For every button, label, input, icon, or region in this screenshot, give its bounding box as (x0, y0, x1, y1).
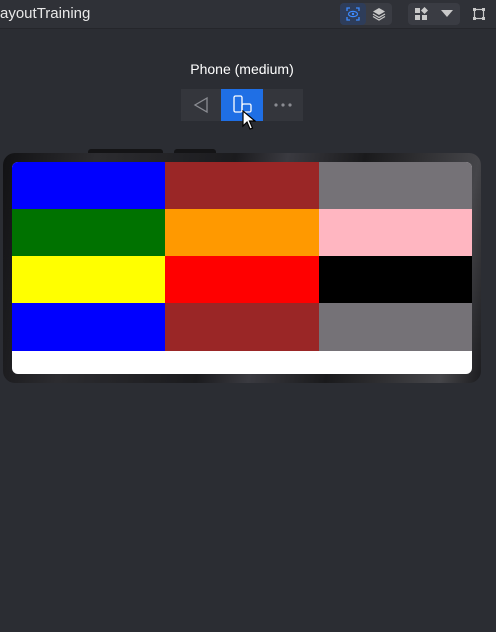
frame-select-button[interactable] (468, 3, 490, 25)
dropdown-button[interactable] (434, 3, 460, 25)
color-grid (12, 162, 472, 351)
layers-icon (372, 8, 386, 21)
grid-cell-gray (319, 162, 472, 209)
frame-select-icon (473, 8, 485, 20)
component-tools-group (408, 3, 460, 25)
more-dots-icon (274, 103, 292, 107)
back-triangle-icon (193, 96, 208, 114)
title-bar: ayoutTraining (0, 0, 496, 29)
device-name-label: Phone (medium) (190, 61, 294, 77)
grid-cell-yellow (12, 256, 165, 303)
grid-cell-orange (165, 209, 319, 256)
more-options-button[interactable] (263, 89, 303, 121)
app-title: ayoutTraining (0, 5, 91, 22)
components-icon (415, 7, 428, 20)
eye-scan-button[interactable] (340, 3, 366, 25)
grid-cell-brown (165, 162, 319, 209)
grid-cell-pink (319, 209, 472, 256)
grid-cell-blue (12, 162, 165, 209)
grid-cell-blue (12, 303, 165, 351)
grid-cell-red (165, 256, 319, 303)
dropdown-triangle-icon (441, 10, 453, 17)
mouse-cursor-icon (242, 109, 257, 135)
view-toggle-group (340, 3, 392, 25)
grid-cell-gray (319, 303, 472, 351)
layers-button[interactable] (366, 3, 392, 25)
components-button[interactable] (408, 3, 434, 25)
grid-cell-green (12, 209, 165, 256)
device-screen (12, 162, 472, 374)
grid-cell-black (319, 256, 472, 303)
eye-scan-icon (346, 7, 360, 21)
grid-cell-brown (165, 303, 319, 351)
back-button[interactable] (181, 89, 221, 121)
